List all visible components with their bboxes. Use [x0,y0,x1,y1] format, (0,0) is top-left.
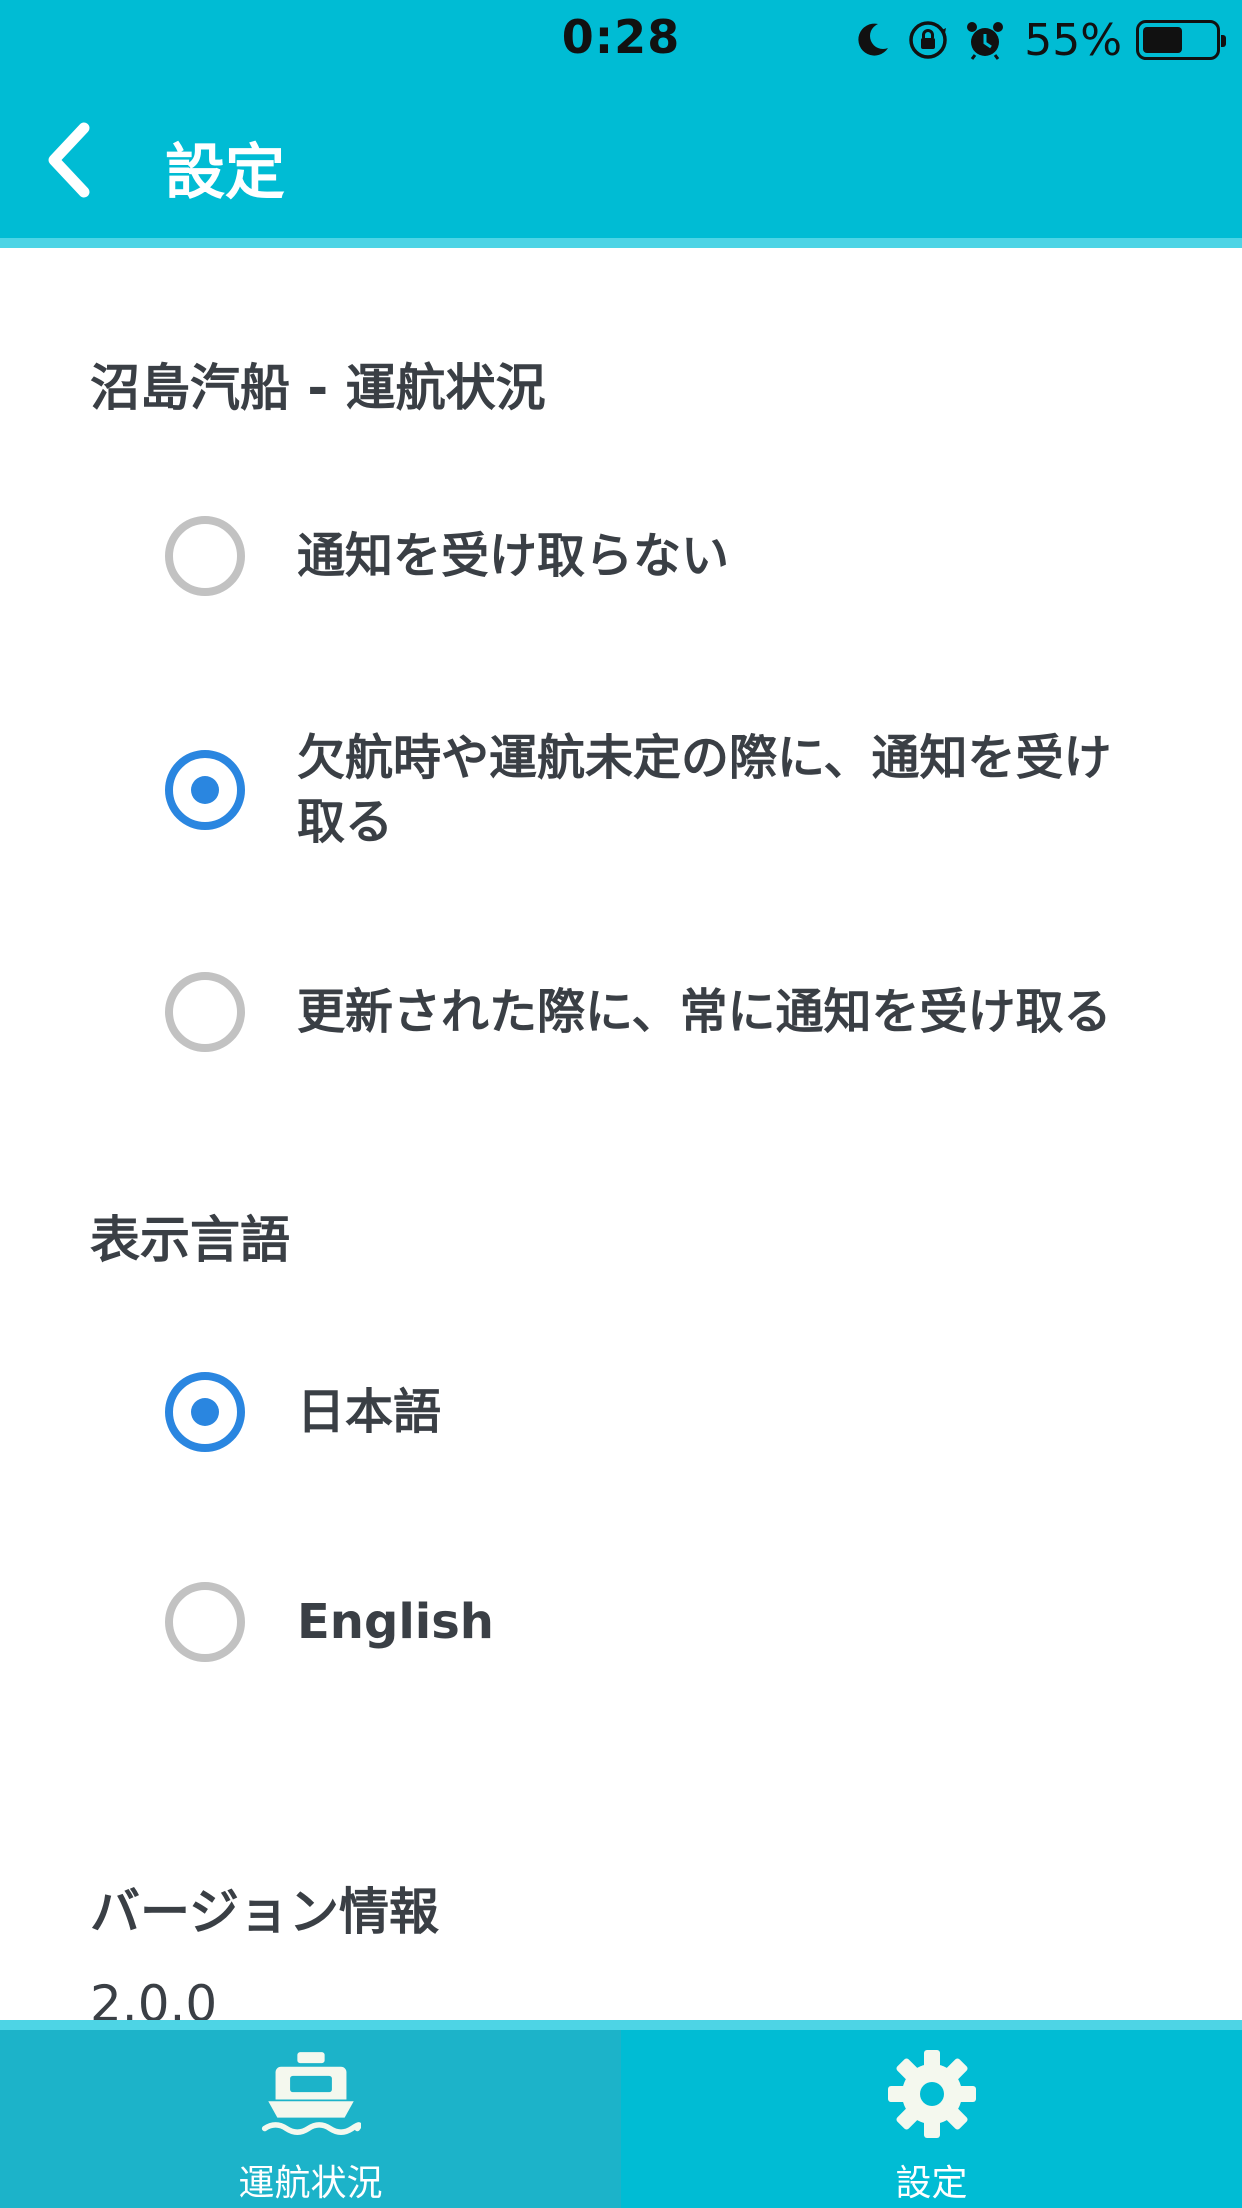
battery-percent: 55% [1024,14,1122,66]
status-bar: 0:28 55% [0,0,1242,80]
language-option-english[interactable]: English [165,1582,1165,1662]
chevron-left-icon [48,122,90,198]
moon-icon [852,20,892,60]
tab-operation-status[interactable]: 運航状況 [0,2030,621,2208]
header-divider [0,238,1242,248]
battery-level [1143,27,1182,53]
radio-button[interactable] [165,1372,245,1452]
radio-button[interactable] [165,972,245,1052]
settings-content: 沼島汽船 - 運航状況 通知を受け取らない 欠航時や運航未定の際に、通知を受け取… [0,248,1242,2020]
tab-label: 運航状況 [238,2163,383,2204]
language-option-japanese[interactable]: 日本語 [165,1372,1165,1452]
ferry-icon [261,2044,361,2144]
version-value: 2.0.0 [90,1975,218,2020]
radio-button[interactable] [165,1582,245,1662]
battery-icon [1136,20,1226,60]
radio-button[interactable] [165,516,245,596]
radio-label: 通知を受け取らない [297,528,730,584]
page-title: 設定 [165,138,285,208]
tab-settings[interactable]: 設定 [621,2030,1242,2208]
radio-button[interactable] [165,750,245,830]
app-header: 設定 [0,80,1242,238]
radio-label: 更新された際に、常に通知を受け取る [297,984,1112,1040]
status-icons: 55% [852,10,1226,70]
settings-screen: 0:28 55% 設定 沼島汽船 - 運航状況 通知を受け取らない 欠航時や運航… [0,0,1242,2208]
notify-option-none[interactable]: 通知を受け取らない [165,516,1165,596]
notify-option-cancellation[interactable]: 欠航時や運航未定の際に、通知を受け取る [165,726,1165,854]
tab-label: 設定 [895,2163,968,2204]
language-section-title: 表示言語 [90,1211,290,1269]
tab-bar: 運航状況 設定 [0,2020,1242,2208]
radio-label: 欠航時や運航未定の際に、通知を受け取る [297,730,1112,850]
orientation-lock-icon [906,18,950,62]
notification-section-title: 沼島汽船 - 運航状況 [90,359,546,417]
gear-icon [882,2044,982,2144]
back-button[interactable] [30,120,110,200]
notify-option-always[interactable]: 更新された際に、常に通知を受け取る [165,972,1165,1052]
version-section-title: バージョン情報 [90,1883,439,1941]
radio-label: 日本語 [297,1384,442,1440]
alarm-icon [964,19,1006,61]
radio-label: English [297,1594,494,1650]
